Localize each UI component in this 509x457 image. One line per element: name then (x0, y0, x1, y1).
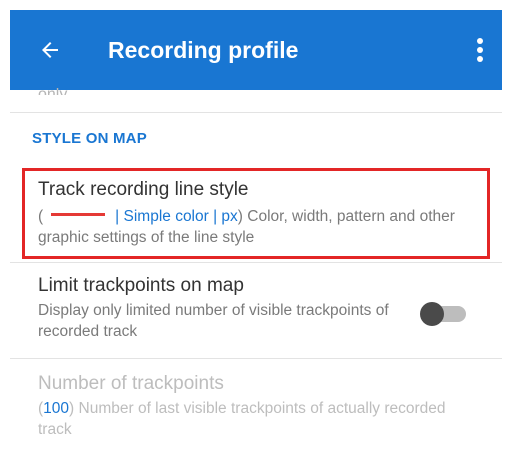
setting-description: Display only limited number of visible t… (38, 302, 389, 340)
limit-trackpoints-setting[interactable]: Limit trackpoints on map Display only li… (38, 274, 399, 342)
divider (10, 262, 502, 263)
highlight-box (22, 168, 490, 259)
setting-title: Limit trackpoints on map (38, 275, 244, 296)
number-of-trackpoints-setting: Number of trackpoints (100) Number of la… (38, 372, 469, 440)
page-title: Recording profile (108, 37, 299, 63)
more-vert-icon (477, 38, 483, 62)
setting-description: (100) Number of last visible trackpoints… (38, 398, 469, 440)
overflow-menu-button[interactable] (466, 28, 494, 72)
desc-text: ) Number of last visible trackpoints of … (38, 400, 446, 438)
divider (10, 358, 502, 359)
previous-item-fragment: only (38, 88, 138, 95)
trackpoints-value: 100 (43, 400, 70, 417)
setting-title: Number of trackpoints (38, 373, 224, 394)
section-header: STYLE ON MAP (32, 130, 147, 147)
toggle-thumb (420, 302, 444, 326)
divider (10, 112, 502, 113)
recording-profile-screen: Recording profile only STYLE ON MAP Trac… (0, 0, 509, 457)
limit-trackpoints-toggle[interactable] (420, 302, 468, 326)
back-button[interactable] (28, 28, 72, 72)
arrow-back-icon (42, 42, 58, 58)
app-bar: Recording profile (10, 10, 502, 90)
